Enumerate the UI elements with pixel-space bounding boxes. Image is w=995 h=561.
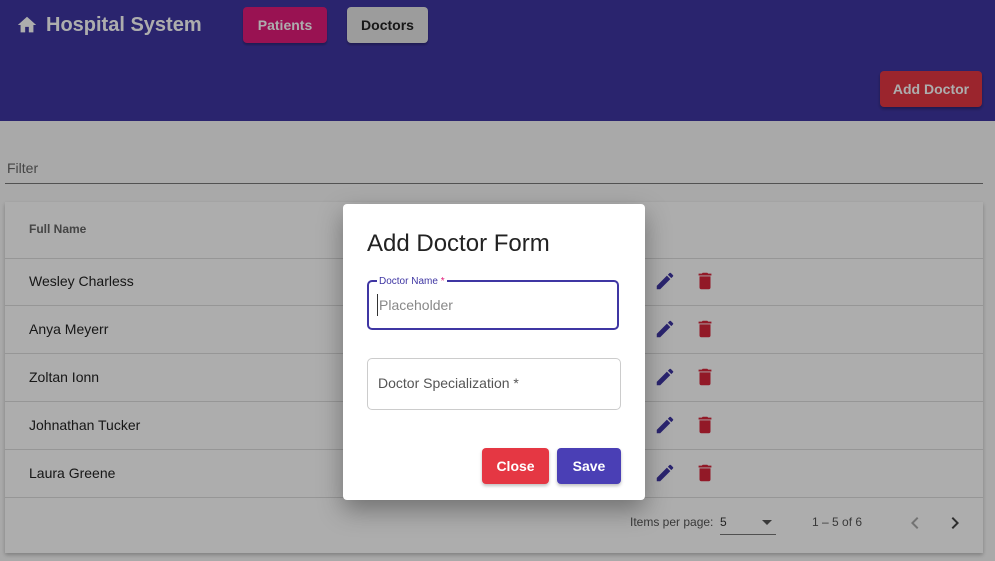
doctor-specialization-label: Doctor Specialization *	[378, 375, 519, 391]
required-mark: *	[440, 276, 445, 287]
doctor-name-field: Doctor Name *	[367, 276, 619, 330]
doctor-name-label: Doctor Name *	[377, 276, 447, 288]
doctor-specialization-field[interactable]: Doctor Specialization *	[367, 358, 621, 410]
add-doctor-dialog: Add Doctor Form Doctor Name * Doctor Spe…	[343, 204, 645, 500]
save-button[interactable]: Save	[557, 448, 621, 484]
close-button[interactable]: Close	[482, 448, 549, 484]
dialog-title: Add Doctor Form	[367, 230, 550, 257]
doctor-name-input[interactable]	[377, 294, 609, 316]
